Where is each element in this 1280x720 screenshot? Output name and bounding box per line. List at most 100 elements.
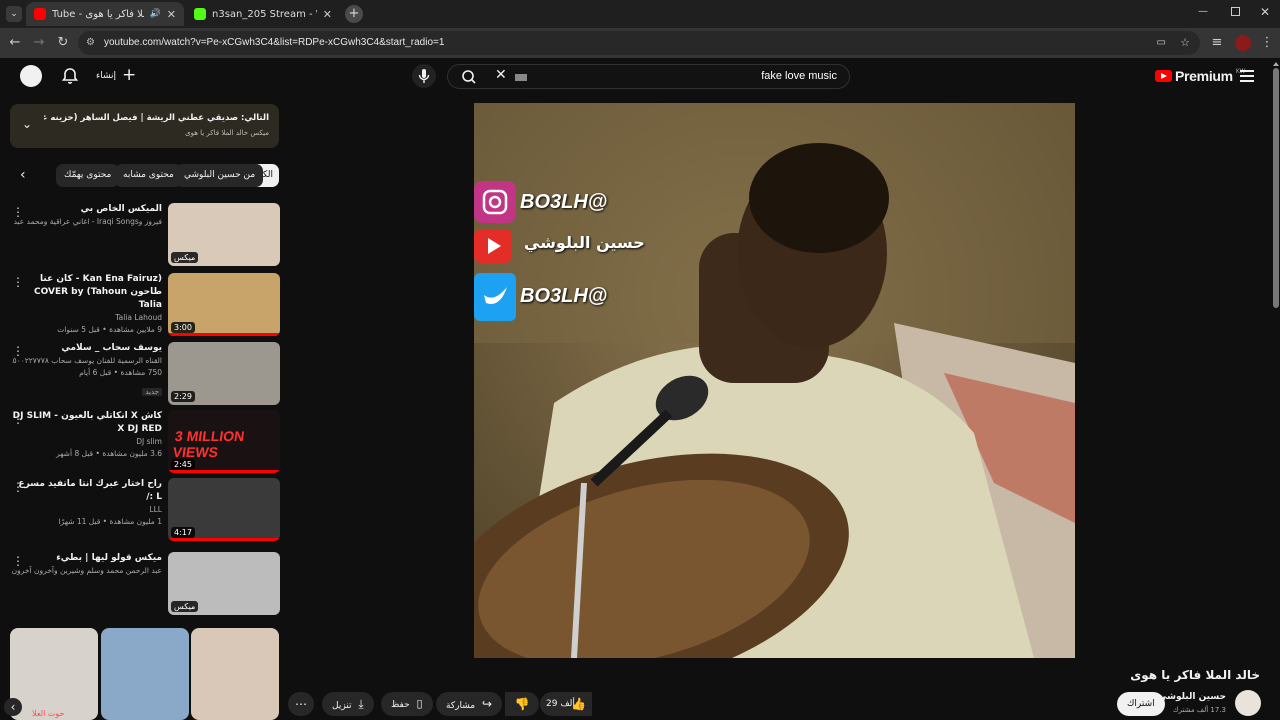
twitter-handle: BO3LH@ <box>520 285 608 307</box>
kick-favicon-icon <box>194 8 206 20</box>
recommendation-item[interactable]: 2:29 يوسف سحاب _ سلامي القناه الرسمية للفن… <box>0 342 280 408</box>
search-icon[interactable] <box>461 69 477 85</box>
playlist-next-title: التالي: صديقي عطني الريشة | فيصل الساهر … <box>44 113 269 123</box>
video-frame <box>474 103 1075 658</box>
video-player[interactable]: BO3LH@ حسين البلوشي BO3LH@ <box>474 103 1075 658</box>
recommendation-title[interactable]: يوسف سحاب _ سلامي <box>12 342 162 355</box>
more-options-icon[interactable]: ⋮ <box>12 275 24 289</box>
share-button[interactable]: مشاركة ↪ <box>436 692 502 716</box>
recommendation-item[interactable]: 3 MILLION VIEWS 2:45 كاش X انكاتلي بالعيون… <box>0 410 280 476</box>
new-tab-button[interactable]: + <box>345 5 363 23</box>
close-tab-icon[interactable]: ✕ <box>167 8 176 21</box>
recommendation-item[interactable]: 4:17 راح اختار عبرك انتا ماتفيد مسرع L :/… <box>0 478 280 544</box>
recommendation-item[interactable]: 3:00 (Kan Ena Fairuz - كان عنا طاحون Taho… <box>0 273 280 339</box>
keyboard-icon[interactable] <box>515 74 527 81</box>
duration-badge: 2:45 <box>171 459 195 470</box>
more-options-icon[interactable]: ⋮ <box>12 480 24 494</box>
recommendation-channel: LLL <box>149 505 162 514</box>
short-thumbnail[interactable]: حوت العلا <box>10 628 98 720</box>
chip-related[interactable]: محتوى مشابه <box>115 164 182 187</box>
tab-kick[interactable]: n3san_205 Stream - Watch Live ✕ <box>186 2 340 26</box>
tab-youtube[interactable]: Tube - خالد الملا فاكر يا هوى 🔊 ✕ <box>26 2 184 26</box>
voice-search-button[interactable] <box>412 64 436 88</box>
profile-avatar[interactable] <box>1235 35 1251 51</box>
minimize-icon[interactable]: — <box>1198 6 1208 17</box>
recommendation-meta: 3.6 مليون مشاهدة • قبل 8 أشهر <box>56 449 162 458</box>
browser-menu-icon[interactable]: ⋮ <box>1258 34 1276 52</box>
recommendation-meta: 750 مشاهدة • قبل 6 أيام <box>79 368 162 377</box>
dislike-button[interactable]: 👎 <box>505 692 539 716</box>
like-button[interactable]: 29 ألف 👍 <box>540 692 592 716</box>
recommendation-title[interactable]: (Kan Ena Fairuz - كان عنا طاحون Tahoun) … <box>12 273 162 312</box>
video-thumbnail[interactable]: 3:00 <box>168 273 280 336</box>
youtube-premium-logo[interactable]: Premium KW <box>1155 68 1245 84</box>
recommendation-title[interactable]: راح اختار عبرك انتا ماتفيد مسرع L :/ <box>12 478 162 504</box>
save-button[interactable]: حفظ ▯ <box>381 692 433 716</box>
speaker-icon: 🔊 <box>149 9 161 19</box>
create-button[interactable]: إنشاء + <box>96 67 136 84</box>
more-options-icon[interactable]: ⋮ <box>12 554 24 568</box>
close-tab-icon[interactable]: ✕ <box>323 8 332 21</box>
reload-icon[interactable]: ↻ <box>54 34 72 52</box>
media-control-icon[interactable]: ≡ <box>1208 34 1226 52</box>
recommendation-title[interactable]: الميكس الخاص بي <box>12 203 162 216</box>
restore-icon[interactable] <box>1231 7 1240 16</box>
recommendation-item[interactable]: ميكس الميكس الخاص بي فيروز وIraqi Songs - … <box>0 203 280 269</box>
recommendation-info: الميكس الخاص بي فيروز وIraqi Songs - اغان… <box>12 203 162 228</box>
chip-from-channel[interactable]: من حسين البلوشي <box>176 164 264 187</box>
channel-name[interactable]: حسين البلوشي <box>1158 692 1226 702</box>
back-arrow-icon[interactable]: ← <box>6 34 24 52</box>
mix-playlist-panel[interactable]: ⌄ التالي: صديقي عطني الريشة | فيصل الساه… <box>10 104 279 148</box>
chip-recommended[interactable]: محتوى يهمّك <box>56 164 120 187</box>
video-thumbnail[interactable]: ميكس <box>168 203 280 266</box>
scrollbar-up-arrow-icon[interactable] <box>1273 62 1279 66</box>
instagram-handle: BO3LH@ <box>520 191 608 213</box>
chevron-down-icon[interactable]: ⌄ <box>22 117 32 131</box>
recommendation-channel: Talia Lahoud <box>115 313 162 322</box>
download-label: تنزيل <box>332 701 352 711</box>
chips-back-arrow-icon[interactable]: ‹ <box>20 167 26 183</box>
youtube-favicon-icon <box>34 8 46 20</box>
search-input[interactable]: fake love music <box>761 70 837 82</box>
forward-arrow-icon[interactable]: → <box>30 34 48 52</box>
share-arrow-icon: ↪ <box>481 697 492 711</box>
channel-avatar[interactable] <box>1235 690 1261 716</box>
account-avatar[interactable] <box>20 65 42 87</box>
bookmark-star-icon[interactable]: ☆ <box>1180 31 1190 55</box>
tab-search-button[interactable]: ⌄ <box>6 6 22 22</box>
short-thumbnail[interactable] <box>101 628 189 720</box>
video-thumbnail[interactable]: 2:29 <box>168 342 280 405</box>
recommendation-info: يوسف سحاب _ سلامي القناه الرسمية للفنان ي… <box>12 342 162 398</box>
close-window-icon[interactable]: ✕ <box>1260 5 1270 19</box>
recommendation-meta: 9 ملايين مشاهدة • قبل 5 سنوات <box>57 325 162 334</box>
more-actions-button[interactable]: ⋯ <box>288 692 314 716</box>
subscribe-button[interactable]: اشتراك <box>1117 692 1165 716</box>
new-badge: جديد <box>142 388 162 396</box>
recommendation-title[interactable]: ميكس قولو ليها | بطيء <box>12 552 162 565</box>
duration-badge: 4:17 <box>171 527 195 538</box>
video-thumbnail[interactable]: 4:17 <box>168 478 280 541</box>
more-options-icon[interactable]: ⋮ <box>12 412 24 426</box>
site-info-icon[interactable]: ⚙ <box>86 31 95 55</box>
clear-search-icon[interactable]: ✕ <box>495 67 507 83</box>
premium-label: Premium <box>1175 68 1233 84</box>
duration-badge: 2:29 <box>171 391 195 402</box>
recommendation-item[interactable]: ميكس ميكس قولو ليها | بطيء عبد الرحمن محمد… <box>0 552 280 618</box>
short-caption: حوت العلا <box>32 709 65 718</box>
youtube-logo-icon <box>1155 70 1172 82</box>
page-scrollbar[interactable] <box>1273 62 1279 720</box>
guide-menu-icon[interactable] <box>1240 70 1254 82</box>
more-options-icon[interactable]: ⋮ <box>12 205 24 219</box>
short-thumbnail[interactable] <box>191 628 279 720</box>
search-box[interactable]: ✕ fake love music <box>447 64 850 89</box>
url-field[interactable]: ⚙ youtube.com/watch?v=Pe-xCGwh3C4&list=R… <box>78 31 1200 55</box>
more-options-icon[interactable]: ⋮ <box>12 344 24 358</box>
scrollbar-thumb[interactable] <box>1273 68 1279 308</box>
notifications-bell-icon[interactable] <box>60 66 80 86</box>
download-button[interactable]: تنزيل ⤓ <box>322 692 374 716</box>
install-app-icon[interactable]: ▭ <box>1157 31 1166 55</box>
video-thumbnail[interactable]: ميكس <box>168 552 280 615</box>
recommendation-title[interactable]: كاش X انكاتلي بالعيون - DJ SLIM X DJ RED <box>12 410 162 436</box>
shorts-back-arrow-icon[interactable]: ‹ <box>4 698 22 716</box>
video-thumbnail[interactable]: 3 MILLION VIEWS 2:45 <box>168 410 280 473</box>
